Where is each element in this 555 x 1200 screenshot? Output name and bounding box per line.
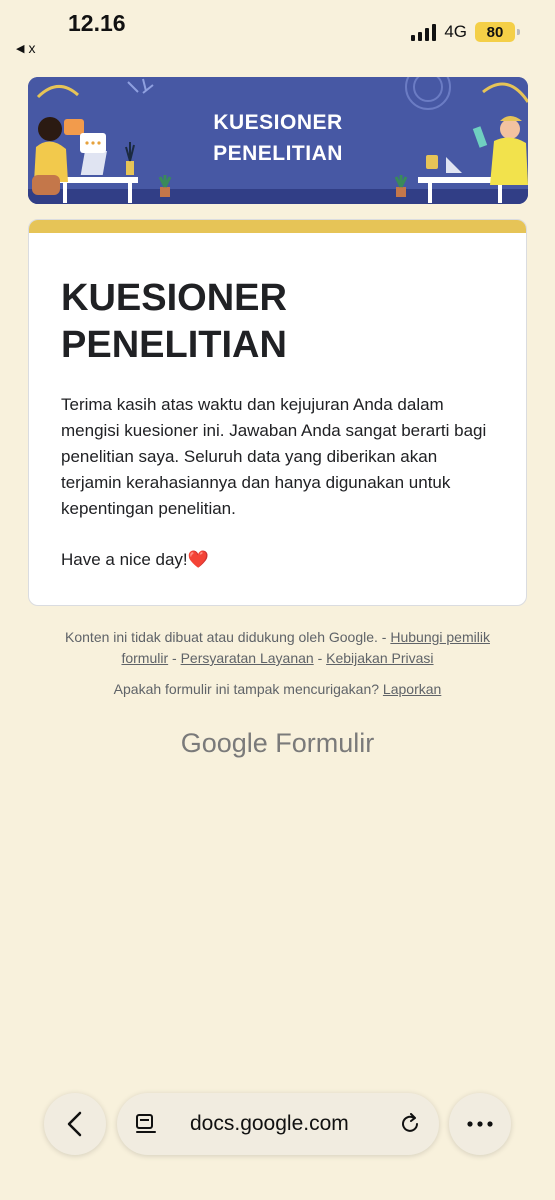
separator: - xyxy=(172,650,177,666)
browser-back-button[interactable] xyxy=(44,1093,106,1155)
header-banner: KUESIONER PENELITIAN xyxy=(28,77,528,204)
footer-disclaimer: Konten ini tidak dibuat atau didukung ol… xyxy=(40,627,515,669)
chevron-left-icon xyxy=(67,1111,82,1137)
report-question: Apakah formulir ini tampak mencurigakan? xyxy=(113,681,380,697)
network-type: 4G xyxy=(444,22,467,41)
card-accent-bar xyxy=(29,220,526,233)
report-link[interactable]: Laporkan xyxy=(383,681,441,697)
form-title: KUESIONER PENELITIAN xyxy=(61,277,287,366)
status-indicators: 4G 80 xyxy=(411,22,520,42)
brand-google: Google xyxy=(180,728,268,758)
banner-title: KUESIONER PENELITIAN xyxy=(28,107,528,169)
disclaimer-text: Konten ini tidak dibuat atau didukung ol… xyxy=(65,629,387,645)
terms-link[interactable]: Persyaratan Layanan xyxy=(181,650,314,666)
form-header-card: KUESIONER PENELITIAN Terima kasih atas w… xyxy=(28,219,527,606)
back-to-app-button[interactable]: ◀ x xyxy=(16,40,35,56)
report-row: Apakah formulir ini tampak mencurigakan?… xyxy=(0,681,555,697)
signal-icon xyxy=(411,23,437,41)
battery-icon: 80 xyxy=(475,22,520,42)
status-time: 12.16 xyxy=(68,10,126,36)
more-options-button[interactable] xyxy=(449,1093,511,1155)
privacy-link[interactable]: Kebijakan Privasi xyxy=(326,650,433,666)
brand-forms: Formulir xyxy=(275,728,375,758)
address-bar[interactable]: docs.google.com xyxy=(117,1093,439,1155)
banner-title-line1: KUESIONER xyxy=(213,111,343,134)
reload-icon[interactable] xyxy=(399,1113,421,1135)
battery-level: 80 xyxy=(486,23,504,41)
back-app-label: x xyxy=(28,40,36,56)
separator: - xyxy=(317,650,323,666)
google-forms-logo[interactable]: Google Formulir xyxy=(0,728,555,759)
url-text: docs.google.com xyxy=(190,1112,349,1135)
form-greeting: Have a nice day!❤️ xyxy=(61,550,209,569)
page-menu-icon[interactable] xyxy=(135,1113,157,1135)
back-triangle-icon: ◀ xyxy=(16,42,25,55)
form-description: Terima kasih atas waktu dan kejujuran An… xyxy=(61,395,487,518)
more-icon xyxy=(467,1121,493,1127)
banner-title-line2: PENELITIAN xyxy=(213,142,343,165)
